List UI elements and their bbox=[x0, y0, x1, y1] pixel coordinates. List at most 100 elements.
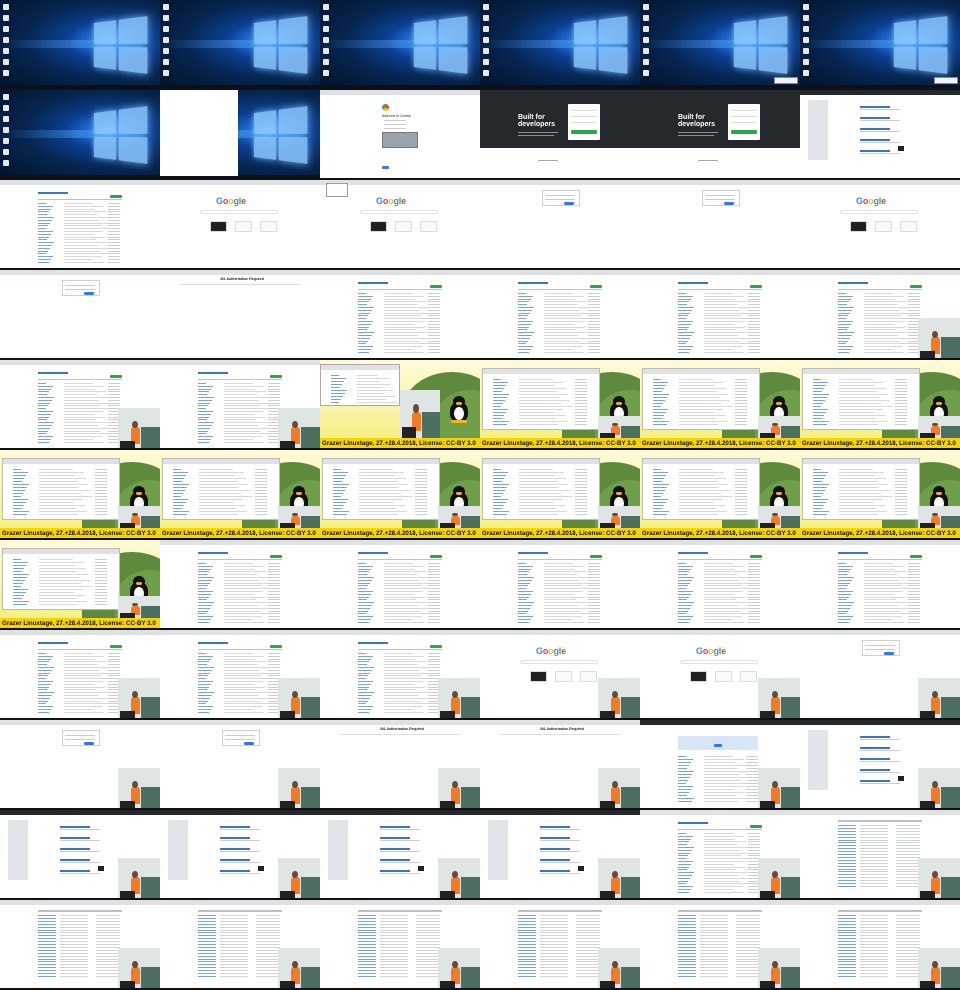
file-date bbox=[908, 295, 920, 297]
table-cell bbox=[860, 917, 888, 919]
file-date bbox=[268, 661, 280, 663]
presenter-head bbox=[291, 690, 298, 698]
file-date bbox=[895, 493, 907, 494]
file-message bbox=[519, 469, 553, 470]
table-cell bbox=[576, 917, 600, 919]
file-message bbox=[679, 469, 713, 470]
github-header bbox=[480, 810, 640, 815]
file-link bbox=[173, 487, 187, 488]
file-date bbox=[268, 602, 280, 604]
table-cell bbox=[700, 975, 728, 977]
file-date bbox=[746, 762, 758, 763]
table-cell bbox=[838, 877, 856, 879]
file-date bbox=[428, 593, 440, 595]
chrome-logo-icon bbox=[382, 104, 389, 111]
file-message bbox=[544, 340, 581, 342]
file-message bbox=[704, 332, 748, 334]
browser-toolbar bbox=[800, 270, 960, 275]
file-link bbox=[38, 416, 49, 418]
table-cell bbox=[576, 955, 600, 957]
file-link bbox=[653, 421, 669, 422]
file-message bbox=[704, 295, 745, 297]
table-cell bbox=[700, 929, 728, 931]
file-link bbox=[678, 307, 694, 308]
file-link bbox=[38, 233, 51, 235]
file-link bbox=[173, 481, 182, 482]
profile-card bbox=[898, 776, 904, 781]
signup-field bbox=[571, 116, 597, 117]
repo-desc bbox=[60, 829, 100, 830]
file-link bbox=[838, 349, 851, 350]
file-link bbox=[838, 318, 846, 320]
table-cell bbox=[60, 941, 88, 943]
desktop-shortcut-icon bbox=[323, 26, 329, 32]
file-message bbox=[704, 571, 747, 573]
file-link bbox=[678, 872, 694, 874]
table-cell bbox=[736, 967, 760, 969]
clone-button bbox=[910, 285, 922, 288]
file-message bbox=[39, 487, 79, 488]
table-cell bbox=[38, 926, 56, 928]
video-frame-thumbnail: Grazer Linuxtage, 27.+28.4.2018, License… bbox=[320, 450, 480, 540]
file-message bbox=[544, 582, 591, 584]
file-message bbox=[519, 421, 567, 422]
file-date bbox=[588, 579, 600, 581]
file-message bbox=[544, 577, 589, 578]
repo-link bbox=[380, 826, 410, 828]
table-cell bbox=[860, 851, 888, 853]
popup-window bbox=[934, 77, 958, 84]
file-link bbox=[198, 385, 213, 387]
file-date bbox=[415, 502, 427, 503]
file-message bbox=[679, 496, 732, 497]
table-cell bbox=[896, 970, 920, 972]
desktop-shortcut-icon bbox=[3, 105, 9, 111]
file-message bbox=[704, 340, 741, 342]
desktop-shortcut-icon bbox=[803, 26, 809, 32]
desktop-shortcut-icon bbox=[3, 59, 9, 65]
file-date bbox=[108, 658, 120, 660]
repo-desc bbox=[540, 873, 580, 874]
file-link bbox=[678, 568, 691, 570]
file-message bbox=[384, 340, 421, 342]
file-date bbox=[255, 481, 267, 482]
file-date bbox=[268, 616, 280, 618]
footer-area bbox=[640, 148, 800, 180]
file-date bbox=[735, 493, 747, 494]
file-date bbox=[908, 613, 920, 615]
table-cell bbox=[256, 915, 280, 916]
repo-desc bbox=[860, 761, 900, 762]
signup-field bbox=[571, 110, 597, 111]
file-date bbox=[588, 599, 600, 601]
file-link bbox=[358, 351, 369, 353]
file-date bbox=[108, 402, 120, 404]
github-header bbox=[480, 90, 640, 95]
file-message bbox=[39, 601, 87, 602]
table-cell bbox=[540, 952, 568, 954]
video-frame-thumbnail bbox=[160, 900, 320, 990]
file-date bbox=[735, 472, 747, 473]
file-date bbox=[428, 304, 440, 306]
repo-title bbox=[838, 552, 868, 554]
table-cell bbox=[358, 967, 376, 969]
file-message bbox=[224, 419, 257, 421]
table-cell bbox=[380, 955, 408, 957]
file-link bbox=[813, 493, 823, 494]
file-message bbox=[64, 416, 106, 418]
table-cell bbox=[256, 935, 280, 937]
file-date bbox=[746, 792, 758, 793]
table-cell bbox=[60, 917, 88, 919]
google-logo: Google bbox=[536, 646, 566, 656]
file-date bbox=[908, 571, 920, 573]
file-message bbox=[224, 667, 269, 668]
table-cell bbox=[896, 859, 920, 861]
file-link bbox=[333, 493, 343, 494]
table-cell bbox=[220, 952, 248, 954]
login-button bbox=[724, 202, 734, 205]
file-link bbox=[838, 619, 851, 620]
file-message bbox=[384, 588, 433, 590]
presenter-head bbox=[291, 960, 298, 968]
file-date bbox=[255, 472, 267, 473]
presenter-camera bbox=[278, 678, 320, 720]
table-cell bbox=[358, 975, 376, 977]
commit-bar bbox=[518, 559, 602, 560]
